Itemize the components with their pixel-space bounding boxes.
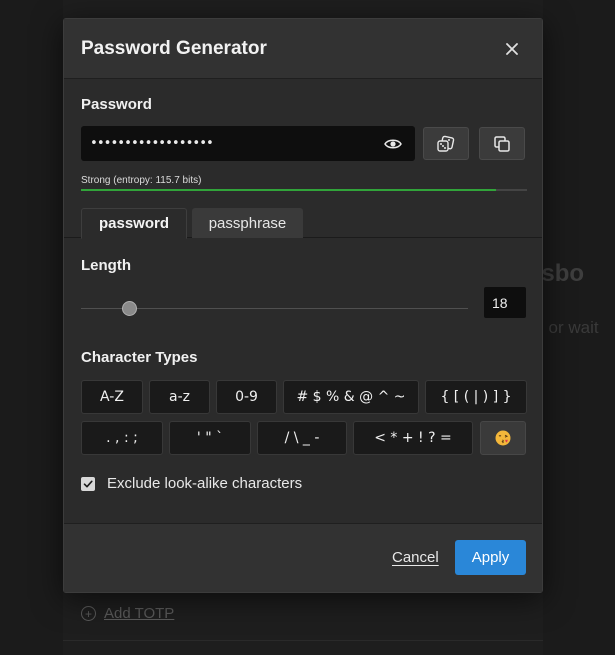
exclude-lookalike-checkbox[interactable] bbox=[81, 476, 95, 491]
chip-uppercase[interactable]: A-Z bbox=[81, 380, 143, 414]
exclude-lookalike-label: Exclude look-alike characters bbox=[107, 475, 303, 492]
tab-password[interactable]: password bbox=[81, 208, 187, 239]
apply-button[interactable]: Apply bbox=[455, 540, 526, 575]
chip-digits[interactable]: 0-9 bbox=[216, 380, 277, 414]
strength-meter bbox=[81, 189, 527, 191]
length-label: Length bbox=[81, 257, 131, 274]
password-field[interactable]: •••••••••••••••••• bbox=[81, 126, 415, 161]
dialog-footer: Cancel Apply bbox=[64, 523, 542, 592]
tab-passphrase[interactable]: passphrase bbox=[192, 208, 303, 238]
checkmark-icon bbox=[83, 480, 93, 487]
background-text-fragment: l or wait bbox=[540, 318, 599, 337]
length-slider[interactable] bbox=[81, 308, 468, 309]
chip-brackets[interactable]: { [ ( | ) ] } bbox=[425, 380, 527, 414]
password-label: Password bbox=[81, 96, 152, 113]
password-value[interactable]: •••••••••••••••••• bbox=[90, 136, 383, 151]
close-button[interactable] bbox=[500, 37, 524, 61]
chip-slashes-dashes[interactable]: / \ _ - bbox=[257, 421, 347, 455]
close-icon bbox=[506, 42, 518, 55]
copy-button[interactable] bbox=[479, 127, 525, 160]
chip-math-symbols[interactable]: < * + ! ? = bbox=[353, 421, 473, 455]
plus-circle-icon: + bbox=[81, 606, 96, 621]
strength-meter-fill bbox=[81, 189, 496, 191]
dialog-header: Password Generator bbox=[64, 19, 542, 79]
background-divider bbox=[63, 640, 543, 641]
chip-punctuation[interactable]: . , : ; bbox=[81, 421, 163, 455]
length-input[interactable]: 18 bbox=[484, 287, 526, 318]
kissing-face-emoji-icon bbox=[495, 430, 511, 446]
cancel-button[interactable]: Cancel bbox=[392, 549, 439, 566]
chip-emoji[interactable] bbox=[480, 421, 526, 455]
dice-icon bbox=[437, 135, 455, 152]
eye-icon[interactable] bbox=[383, 134, 403, 154]
chip-symbols-special[interactable]: # $ % & @ ^ ~ bbox=[283, 380, 419, 414]
password-generator-dialog: Password Generator Password ••••••••••••… bbox=[63, 18, 543, 593]
character-types-label: Character Types bbox=[81, 349, 198, 366]
dialog-title: Password Generator bbox=[81, 37, 267, 59]
chip-lowercase[interactable]: a-z bbox=[149, 380, 210, 414]
generate-button[interactable] bbox=[423, 127, 469, 160]
strength-text: Strong (entropy: 115.7 bits) bbox=[81, 175, 202, 186]
length-slider-thumb[interactable] bbox=[122, 301, 138, 316]
add-totp-link: + Add TOTP bbox=[81, 605, 174, 622]
generator-tabs: password passphrase bbox=[64, 208, 542, 239]
copy-icon bbox=[494, 135, 510, 152]
exclude-lookalike-row: Exclude look-alike characters bbox=[81, 475, 302, 492]
chip-quotes[interactable]: ' " ` bbox=[169, 421, 251, 455]
